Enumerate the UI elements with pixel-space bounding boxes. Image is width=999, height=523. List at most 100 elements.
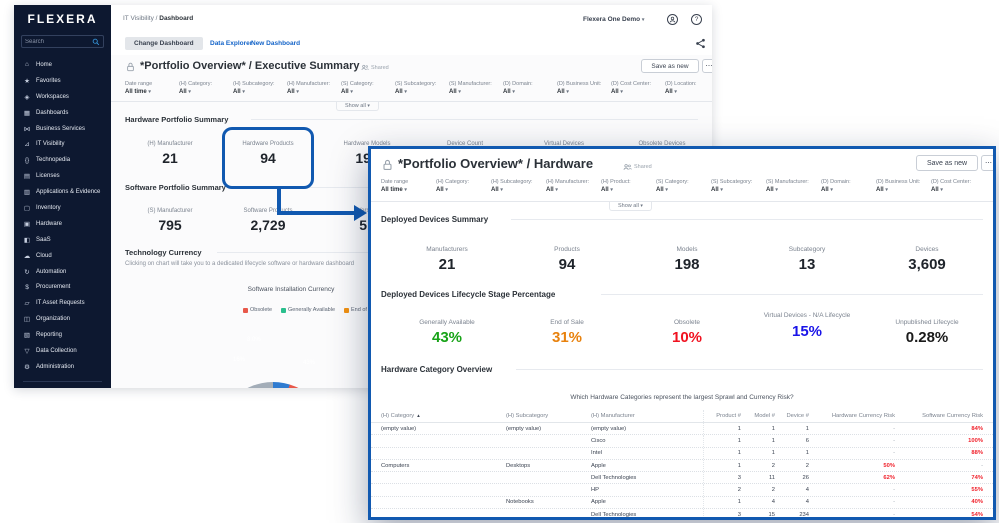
- data-explorer-link[interactable]: Data Explorer: [210, 40, 252, 47]
- shared-label: Shared: [634, 164, 652, 170]
- column-header-manufacturer[interactable]: (H) Manufacturer: [591, 413, 703, 419]
- sidebar-item-hardware[interactable]: ▣Hardware: [14, 216, 111, 232]
- filter-d-cost-center[interactable]: (D) Cost Center:All ▾: [931, 179, 983, 193]
- sidebar-item-inventory[interactable]: ▢Inventory: [14, 200, 111, 216]
- shared-label: Shared: [371, 65, 389, 71]
- dashboards-icon: ▦: [23, 109, 31, 117]
- filter-divider: [111, 101, 712, 102]
- dashboard-title: *Portfolio Overview* / Executive Summary: [140, 60, 359, 72]
- column-header-category[interactable]: (H) Category▲: [381, 413, 506, 419]
- sidebar-item-workspaces[interactable]: ◈Workspaces: [14, 89, 111, 105]
- sidebar-item-label: Favorites: [36, 78, 61, 84]
- organization-icon: ◫: [23, 315, 31, 323]
- sidebar-item-technopedia[interactable]: {}Technopedia: [14, 152, 111, 168]
- filter-s-category[interactable]: (S) Category:All ▾: [341, 81, 395, 95]
- table-row[interactable]: Dell Technologies315234-54%: [371, 509, 993, 520]
- sidebar-item-reporting[interactable]: ▧Reporting: [14, 327, 111, 343]
- breadcrumb-section[interactable]: IT Visibility /: [123, 15, 157, 22]
- sidebar-item-it-asset-requests[interactable]: ▱IT Asset Requests: [14, 295, 111, 311]
- filter-d-business-unit[interactable]: (D) Business Unit:All ▾: [557, 81, 611, 95]
- help-icon[interactable]: ?: [691, 14, 702, 25]
- filter-s-subcategory[interactable]: (S) Subcategory:All ▾: [711, 179, 766, 193]
- chevron-down-icon: ▾: [642, 17, 645, 23]
- sidebar-item-licenses[interactable]: ▤Licenses: [14, 168, 111, 184]
- sidebar-item-data-collection[interactable]: ▽Data Collection: [14, 343, 111, 359]
- sidebar-item-automation[interactable]: ↻Automation: [14, 264, 111, 280]
- filter-s-manufacturer[interactable]: (S) Manufacturer:All ▾: [449, 81, 503, 95]
- saas-icon: ◧: [23, 236, 31, 244]
- filter-date-range[interactable]: Date rangeAll time ▾: [125, 81, 179, 95]
- sidebar-item-label: Applications & Evidence: [36, 189, 100, 195]
- annotation-highlight-box: [222, 127, 314, 189]
- filter-h-category[interactable]: (H) Category:All ▾: [179, 81, 233, 95]
- more-options-button[interactable]: ⋯: [981, 155, 996, 171]
- sidebar-item-home[interactable]: ⌂Home: [14, 57, 111, 73]
- column-header-product[interactable]: Product #: [703, 410, 741, 422]
- metric-models: Models198: [674, 246, 699, 273]
- table-row[interactable]: ComputersDesktopsApple12250%-: [371, 460, 993, 472]
- people-icon: [361, 64, 369, 71]
- column-header-device[interactable]: Device #: [775, 413, 809, 419]
- save-as-new-button[interactable]: Save as new: [641, 59, 699, 73]
- filter-d-business-unit[interactable]: (D) Business Unit:All ▾: [876, 179, 931, 193]
- save-as-new-button[interactable]: Save as new: [916, 155, 978, 171]
- sidebar-item-label: Dashboards: [36, 110, 68, 116]
- table-row[interactable]: Dell Technologies3112662%74%: [371, 472, 993, 484]
- filter-h-subcategory[interactable]: (H) Subcategory:All ▾: [233, 81, 287, 95]
- filter-h-manufacturer[interactable]: (H) Manufacturer:All ▾: [546, 179, 601, 193]
- filter-bar: Date rangeAll time ▾ (H) Category:All ▾ …: [381, 179, 983, 193]
- pie-label-end-of-life: 16%: [233, 357, 245, 363]
- table-row[interactable]: NotebooksApple144-40%: [371, 497, 993, 509]
- metric-obsolete: Obsolete10%: [672, 319, 702, 346]
- filter-d-domain[interactable]: (D) Domain:All ▾: [821, 179, 876, 193]
- legend-generally-available[interactable]: Generally Available: [281, 307, 335, 313]
- sidebar-item-it-visibility[interactable]: ⊿IT Visibility: [14, 136, 111, 152]
- sidebar-item-administration[interactable]: ⚙Administration: [14, 359, 111, 375]
- section-rule: [601, 294, 983, 295]
- sidebar-item-organization[interactable]: ◫Organization: [14, 311, 111, 327]
- sidebar-item-dashboards[interactable]: ▦ Dashboards: [14, 105, 111, 121]
- account-menu[interactable]: Flexera One Demo ▾: [583, 16, 644, 23]
- column-header-subcategory[interactable]: (H) Subcategory: [506, 413, 591, 419]
- column-header-hardware-risk[interactable]: Hardware Currency Risk: [809, 413, 895, 419]
- filter-s-subcategory[interactable]: (S) Subcategory:All ▾: [395, 81, 449, 95]
- sidebar-nav: ⌂Home ★Favorites ◈Workspaces ▦ Dashboards…: [14, 57, 111, 375]
- filter-h-product[interactable]: (H) Product:All ▾: [601, 179, 656, 193]
- reporting-icon: ▧: [23, 331, 31, 339]
- sidebar-item-label: Procurement: [36, 284, 70, 290]
- sidebar-item-applications-evidence[interactable]: ▥ Applications & Evidence: [14, 184, 111, 200]
- sidebar-item-label: SaaS: [36, 237, 51, 243]
- filter-h-manufacturer[interactable]: (H) Manufacturer:All ▾: [287, 81, 341, 95]
- legend-obsolete[interactable]: Obsolete: [243, 307, 272, 313]
- sidebar-item-business-services[interactable]: ⋈Business Services: [14, 121, 111, 137]
- new-dashboard-link[interactable]: New Dashboard: [251, 40, 300, 47]
- change-dashboard-button[interactable]: Change Dashboard: [125, 37, 203, 50]
- filter-h-category[interactable]: (H) Category:All ▾: [436, 179, 491, 193]
- search-box[interactable]: [21, 35, 104, 48]
- filter-s-manufacturer[interactable]: (S) Manufacturer:All ▾: [766, 179, 821, 193]
- column-header-software-risk[interactable]: Software Currency Risk: [895, 413, 983, 419]
- filter-d-cost-center[interactable]: (D) Cost Center:All ▾: [611, 81, 665, 95]
- table-row[interactable]: Cisco116-100%: [371, 435, 993, 447]
- more-options-button[interactable]: ⋯: [702, 59, 712, 73]
- share-icon[interactable]: [695, 38, 706, 49]
- filter-h-subcategory[interactable]: (H) Subcategory:All ▾: [491, 179, 546, 193]
- filter-d-location[interactable]: (D) Location:All ▾: [665, 81, 711, 95]
- table-row[interactable]: Intel111-88%: [371, 448, 993, 460]
- software-installation-currency-pie[interactable]: [216, 382, 330, 388]
- sidebar-item-saas[interactable]: ◧ SaaS: [14, 232, 111, 248]
- column-header-model[interactable]: Model #: [741, 413, 775, 419]
- table-row[interactable]: HP224-55%: [371, 484, 993, 496]
- sidebar-item-cloud[interactable]: ☁Cloud: [14, 248, 111, 264]
- show-all-button[interactable]: Show all ▾: [609, 202, 652, 211]
- search-input[interactable]: [25, 39, 92, 45]
- sidebar-item-favorites[interactable]: ★Favorites: [14, 73, 111, 89]
- filter-d-domain[interactable]: (D) Domain:All ▾: [503, 81, 557, 95]
- filter-s-category[interactable]: (S) Category:All ▾: [656, 179, 711, 193]
- sidebar-item-procurement[interactable]: $Procurement: [14, 279, 111, 295]
- table-row[interactable]: (empty value)(empty value)(empty value)1…: [371, 423, 993, 435]
- show-all-button[interactable]: Show all ▾: [336, 102, 379, 111]
- filter-date-range[interactable]: Date rangeAll time ▾: [381, 179, 436, 193]
- applications-icon: ▥: [23, 188, 31, 196]
- user-icon[interactable]: [667, 14, 678, 25]
